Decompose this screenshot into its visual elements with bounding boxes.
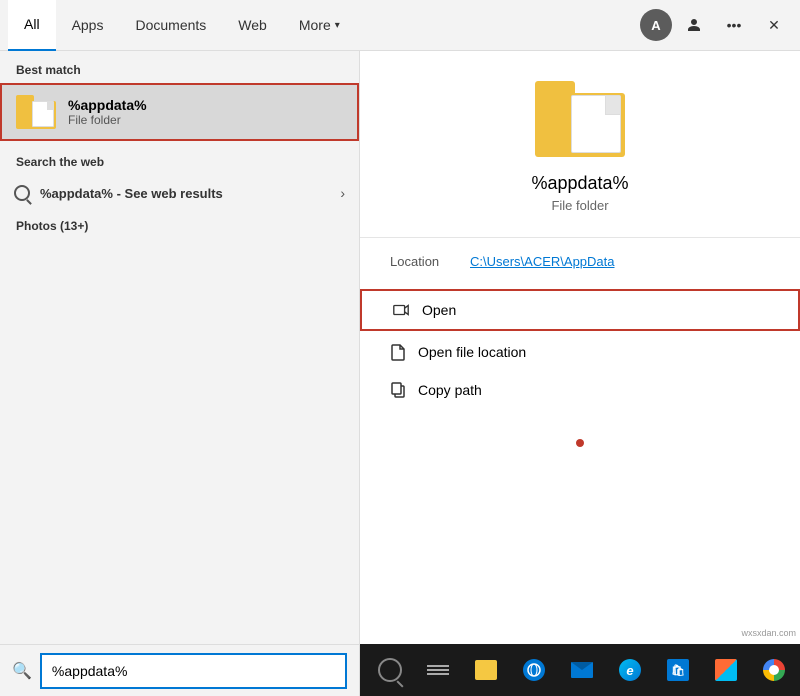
taskbar-ie-button[interactable] [512, 648, 556, 692]
taskbar-search-button[interactable] [368, 648, 412, 692]
person-icon-button[interactable] [676, 7, 712, 43]
nav-right-buttons: A ••• ✕ [640, 7, 792, 43]
taskbar-tile-button[interactable] [704, 648, 748, 692]
taskbar-ie-icon [523, 659, 545, 681]
taskbar-store-icon: 🛍 [667, 659, 689, 681]
taskbar-explorer-button[interactable] [464, 648, 508, 692]
web-search-text: %appdata% - See web results [40, 186, 223, 201]
close-button[interactable]: ✕ [756, 7, 792, 43]
chevron-down-icon: ▾ [335, 20, 340, 31]
chevron-right-icon: › [340, 185, 345, 201]
location-label: Location [390, 254, 470, 269]
photos-label: Photos (13+) [0, 211, 359, 237]
close-icon: ✕ [768, 17, 780, 34]
search-icon: 🔍 [12, 661, 32, 681]
search-input[interactable] [40, 653, 347, 689]
taskbar-search-icon [378, 658, 402, 682]
watermark: wxsxdan.com [741, 628, 796, 638]
taskbar-taskview-icon [427, 665, 449, 675]
open-label: Open [422, 302, 456, 318]
copy-path-button[interactable]: Copy path [360, 371, 800, 409]
divider [360, 237, 800, 238]
taskbar-chrome-icon [763, 659, 785, 681]
file-location-icon [390, 343, 406, 361]
tab-documents[interactable]: Documents [119, 0, 222, 51]
open-icon [392, 301, 410, 319]
right-panel: %appdata% File folder Location C:\Users\… [360, 51, 800, 696]
nav-tabs: All Apps Documents Web More ▾ A ••• ✕ [0, 0, 800, 51]
left-spacer [0, 237, 359, 644]
taskbar-tile-icon [715, 659, 737, 681]
taskbar-explorer-icon [475, 660, 497, 680]
ellipsis-icon: ••• [727, 17, 742, 33]
match-text-group: %appdata% File folder [68, 97, 147, 127]
taskbar-edge-icon: e [619, 659, 641, 681]
taskbar-taskview-button[interactable] [416, 648, 460, 692]
tab-more[interactable]: More ▾ [283, 0, 356, 51]
location-path[interactable]: C:\Users\ACER\AppData [470, 254, 615, 269]
taskbar-store-button[interactable]: 🛍 [656, 648, 700, 692]
tab-apps[interactable]: Apps [56, 0, 120, 51]
left-panel: Best match %appdata% File folder Search … [0, 51, 360, 696]
folder-type: File folder [551, 198, 608, 213]
open-file-location-label: Open file location [418, 344, 526, 360]
search-circle-icon [14, 185, 30, 201]
folder-icon [16, 95, 56, 129]
search-bar: 🔍 [0, 644, 359, 696]
match-title: %appdata% [68, 97, 147, 113]
copy-icon [390, 381, 406, 399]
more-options-button[interactable]: ••• [716, 7, 752, 43]
person-icon [686, 17, 702, 33]
large-folder-icon [535, 81, 625, 157]
web-search-item[interactable]: %appdata% - See web results › [0, 175, 359, 211]
red-dot-indicator [576, 439, 584, 447]
tab-web[interactable]: Web [222, 0, 283, 51]
location-row: Location C:\Users\ACER\AppData [360, 254, 800, 269]
taskbar-edge-button[interactable]: e [608, 648, 652, 692]
taskbar: e 🛍 [360, 644, 800, 696]
best-match-label: Best match [0, 51, 359, 83]
content-area: Best match %appdata% File folder Search … [0, 51, 800, 696]
tab-all[interactable]: All [8, 0, 56, 51]
folder-name: %appdata% [531, 173, 628, 194]
taskbar-chrome-button[interactable] [752, 648, 796, 692]
avatar-button[interactable]: A [640, 9, 672, 41]
taskbar-mail-icon [571, 662, 593, 678]
open-button[interactable]: Open [360, 289, 800, 331]
web-search-label: Search the web [0, 143, 359, 175]
open-file-location-button[interactable]: Open file location [360, 333, 800, 371]
best-match-item[interactable]: %appdata% File folder [0, 83, 359, 141]
main-container: All Apps Documents Web More ▾ A ••• ✕ [0, 0, 800, 696]
copy-path-label: Copy path [418, 382, 482, 398]
match-subtitle: File folder [68, 113, 147, 127]
taskbar-mail-button[interactable] [560, 648, 604, 692]
